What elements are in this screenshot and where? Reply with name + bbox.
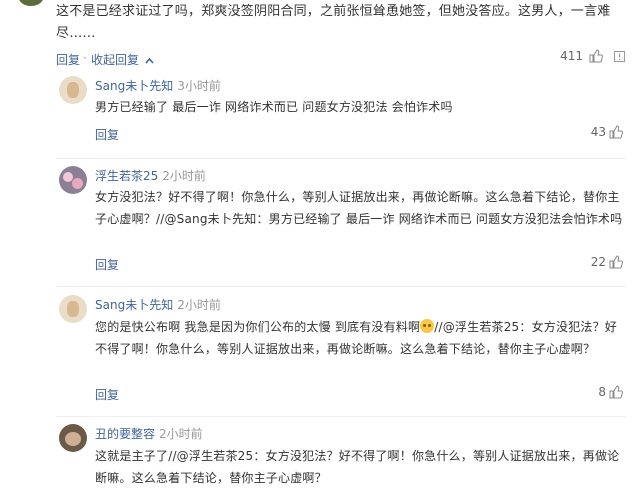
avatar[interactable] [59, 424, 87, 452]
timestamp: 2小时前 [162, 169, 206, 183]
username-link[interactable]: 浮生若茶25 [95, 169, 158, 183]
reply-item: Sang未卜先知 3小时前 男方已经输了 最后一诈 网络诈术而已 问题女方没犯法 … [56, 72, 626, 159]
like-count: 22 [590, 255, 606, 269]
reply-like-group: 8 [598, 385, 623, 399]
reply-list: Sang未卜先知 3小时前 男方已经输了 最后一诈 网络诈术而已 问题女方没犯法 … [56, 72, 626, 496]
reply-meta: Sang未卜先知 3小时前 [95, 77, 221, 94]
reply-text: 您的是快公布啊 我急是因为你们公布的太慢 到底有没有料啊//@浮生若茶25：女方… [95, 316, 625, 360]
like-count: 43 [590, 125, 606, 139]
reply-button[interactable]: 回复 [95, 256, 119, 273]
thumbs-up-icon[interactable] [589, 49, 603, 63]
timestamp: 3小时前 [177, 79, 221, 93]
username-link[interactable]: 丑的要整容 [95, 427, 155, 441]
reply-button[interactable]: 回复 [95, 386, 119, 403]
top-like-count: 411 [560, 49, 583, 63]
reply-meta: 丑的要整容 2小时前 [95, 425, 203, 442]
username-link[interactable]: Sang未卜先知 [95, 79, 173, 93]
top-comment-avatar[interactable] [18, 0, 44, 6]
avatar[interactable] [59, 295, 87, 323]
collapse-replies-button[interactable]: 收起回复 [91, 51, 154, 68]
thumbs-up-icon[interactable] [609, 255, 623, 269]
reply-like-group: 22 [591, 255, 623, 269]
reply-text: 女方没犯法？好不得了啊！你急什么，等别人证据放出来，再做论断嘛。这么急着下结论，… [95, 190, 623, 226]
reply-item: 丑的要整容 2小时前 这就是主子了//@浮生若茶25：女方没犯法？好不得了啊！你急… [56, 417, 626, 496]
reply-text: 这就是主子了//@浮生若茶25：女方没犯法？好不得了啊！你急什么，等别人证据放出… [95, 449, 620, 485]
reply-meta: 浮生若茶25 2小时前 [95, 167, 206, 184]
reply-button[interactable]: 回复 [95, 126, 119, 143]
reply-like-group: 43 [591, 125, 623, 139]
timestamp: 2小时前 [159, 427, 203, 441]
chevron-up-icon [145, 57, 154, 64]
report-icon[interactable] [613, 50, 626, 63]
separator-dot: · [83, 51, 87, 65]
top-comment-actions: 回复 · 收起回复 411 [56, 49, 626, 69]
username-link[interactable]: Sang未卜先知 [95, 298, 173, 312]
like-count: 8 [598, 385, 606, 399]
top-comment-text: 这不是已经求证过了吗，郑爽没签阴阳合同，之前张恒耸恿她签，但她没答应。这男人，一… [56, 4, 611, 41]
reply-meta: Sang未卜先知 2小时前 [95, 296, 221, 313]
top-reply-button[interactable]: 回复 [56, 51, 80, 68]
reply-text-part: 您的是快公布啊 我急是因为你们公布的太慢 到底有没有料啊 [95, 320, 421, 334]
smile-emoji-icon [420, 319, 435, 333]
thumbs-up-icon[interactable] [609, 385, 623, 399]
reply-item: 浮生若茶25 2小时前 女方没犯法？好不得了啊！你急什么，等别人证据放出来，再做论… [56, 159, 626, 287]
timestamp: 2小时前 [177, 298, 221, 312]
thumbs-up-icon[interactable] [609, 125, 623, 139]
avatar[interactable] [59, 166, 87, 194]
reply-text: 男方已经输了 最后一诈 网络诈术而已 问题女方没犯法 会怕诈术吗 [95, 100, 453, 114]
avatar[interactable] [59, 76, 87, 104]
top-like-group: 411 [560, 49, 626, 63]
reply-item: Sang未卜先知 2小时前 您的是快公布啊 我急是因为你们公布的太慢 到底有没有料… [56, 287, 626, 417]
collapse-replies-label: 收起回复 [91, 53, 140, 67]
